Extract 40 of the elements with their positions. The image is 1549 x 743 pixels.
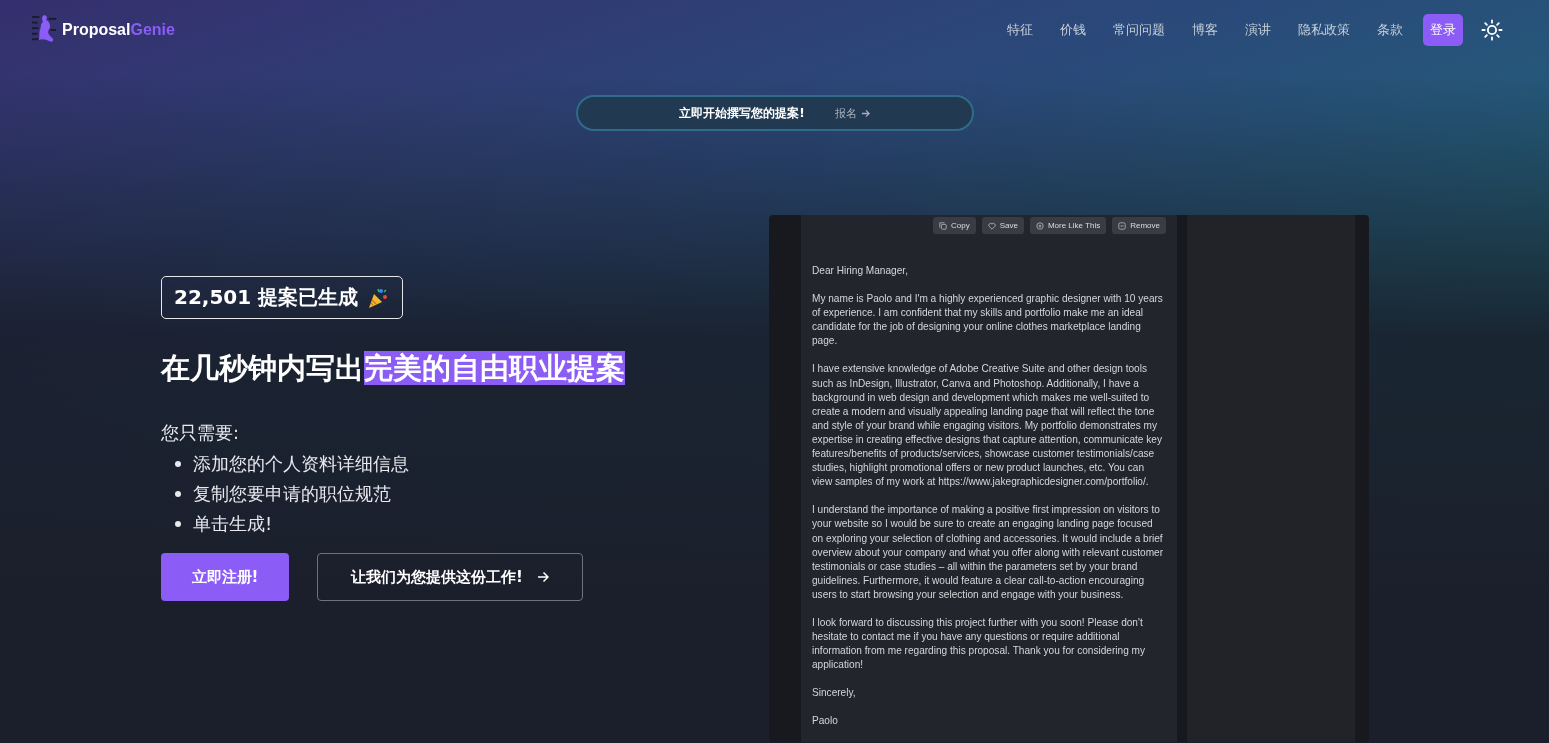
- letter-paragraph: Dear Hiring Manager,: [812, 264, 909, 278]
- heart-icon: [987, 221, 996, 230]
- copy-icon: [938, 221, 947, 230]
- intro-text: 您只需要:: [161, 421, 241, 445]
- arrow-right-icon: [536, 571, 549, 583]
- nav-link[interactable]: 演讲: [1245, 21, 1271, 39]
- login-button[interactable]: 登录: [1423, 14, 1463, 46]
- plus-circle-icon: [1035, 221, 1044, 230]
- signup-button[interactable]: 立即注册!: [161, 553, 289, 601]
- minus-square-icon: [1118, 221, 1127, 230]
- step-text: 复制您要申请的职位规范: [193, 482, 391, 506]
- nav-link[interactable]: 博客: [1192, 21, 1218, 39]
- nav-link[interactable]: 价钱: [1060, 21, 1086, 39]
- action-button[interactable]: Save: [981, 217, 1024, 234]
- letter-paragraph: Sincerely,: [812, 686, 857, 701]
- get-job-button[interactable]: 让我们为您提供这份工作!: [317, 553, 583, 601]
- bullet-icon: [175, 461, 181, 467]
- letter-paragraph: My name is Paolo and I'm a highly experienced graphic designer with 10 years of experience. I am confident that my skills and portfolio make me an ideal candidate for the job of designing your online clothes marketplace landing page.: [812, 292, 1164, 349]
- letter-paragraph: I look forward to discussing this project further with you soon! Please don't hesitate to contact me if you have any questions or require additional information from me regarding this proposal. Thank you for considering my application!: [812, 615, 1147, 673]
- letter-paragraph: Paolo: [812, 714, 839, 729]
- step-text: 单击生成!: [193, 512, 273, 536]
- action-button[interactable]: Copy: [932, 217, 976, 234]
- hero-title: 在几秒钟内写出完美的自由职业提案: [161, 350, 626, 387]
- action-button[interactable]: Remove: [1112, 217, 1166, 234]
- letter-paragraph: I have extensive knowledge of Adobe Creative Suite and other design tools such as InDesign, Illustrator, Canva and Photoshop. Additionally, I have a background in web design and development which makes me well-suited to create a modern and visually appealing landing page that will reflect the tone and style of your brand while engaging visitors. My portfolio demonstrates my expertise in creating effective designs that capture attention, communicate key features/benefits of products/services, showcase customer testimonials/case studies, highlight promotional offers or new product launches, etc. You can view samples of my work at https://www.jakegraphicdesigner.com/portfolio/.: [812, 362, 1163, 490]
- action-button[interactable]: More Like This: [1029, 217, 1107, 234]
- bullet-icon: [175, 491, 181, 497]
- nav-link[interactable]: 隐私政策: [1298, 21, 1350, 39]
- nav-link[interactable]: 特征: [1007, 21, 1033, 39]
- announcement-text: 立即开始撰写您的提案!: [679, 104, 805, 122]
- proposal-count: 22,501 提案已生成: [174, 284, 359, 311]
- sun-icon[interactable]: [1481, 19, 1503, 41]
- nav-link[interactable]: 常问问题: [1113, 21, 1165, 39]
- signup-link[interactable]: 报名: [834, 105, 857, 121]
- step-text: 添加您的个人资料详细信息: [193, 452, 409, 476]
- bullet-icon: [175, 521, 181, 527]
- nav-link[interactable]: 条款: [1377, 21, 1403, 39]
- arrow-right-icon: [860, 108, 870, 118]
- letter-paragraph: I understand the importance of making a positive first impression on visitors to your website so I would be sure to create an engaging landing page focused on exploring your selection of clothing and accessories. It would include a brief overview about your company and what you offer along with relevant customer testimonials or case studies – all within the parameters set by your brand guidelines. Furthermore, it would feature a clear call-to-action encouraging users to start browsing your selection and engage with your business.: [812, 503, 1165, 602]
- brand-name[interactable]: ProposalGenie: [62, 21, 175, 39]
